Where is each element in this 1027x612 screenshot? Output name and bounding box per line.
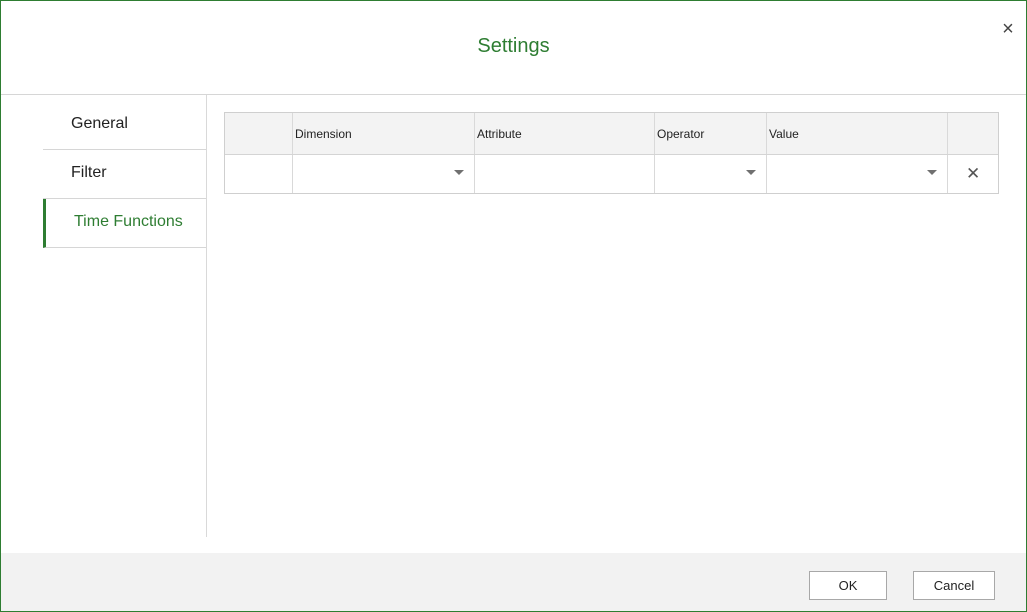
cancel-button[interactable]: Cancel xyxy=(913,571,995,600)
sidebar-item-label: Time Functions xyxy=(74,213,183,230)
sidebar-item-label: General xyxy=(71,115,128,132)
filter-grid: Dimension Attribute Operator Value ✕ xyxy=(224,112,999,194)
attribute-field[interactable] xyxy=(475,155,655,193)
column-header-row-selector xyxy=(225,113,293,154)
dialog-footer: OK Cancel xyxy=(1,553,1026,611)
value-dropdown[interactable] xyxy=(767,155,948,193)
close-icon[interactable]: × xyxy=(998,19,1018,39)
column-header-label: Value xyxy=(769,127,799,141)
table-row: ✕ xyxy=(225,155,998,193)
row-actions-cell: ✕ xyxy=(948,155,998,193)
column-header-operator[interactable]: Operator xyxy=(655,113,767,154)
column-header-value[interactable]: Value xyxy=(767,113,948,154)
chevron-down-icon[interactable] xyxy=(927,170,937,175)
dialog-title: Settings xyxy=(477,35,550,57)
column-header-label: Dimension xyxy=(295,127,352,141)
column-header-attribute[interactable]: Attribute xyxy=(475,113,655,154)
grid-header-row: Dimension Attribute Operator Value xyxy=(225,113,998,155)
close-icon[interactable]: ✕ xyxy=(966,164,980,184)
column-header-actions xyxy=(948,113,998,154)
sidebar-divider xyxy=(206,95,207,537)
settings-sidebar: General Filter Time Functions xyxy=(1,95,207,537)
column-header-dimension[interactable]: Dimension xyxy=(293,113,475,154)
row-selector-cell[interactable] xyxy=(225,155,293,193)
chevron-down-icon[interactable] xyxy=(746,170,756,175)
ok-button[interactable]: OK xyxy=(809,571,887,600)
sidebar-item-filter[interactable]: Filter xyxy=(43,150,207,199)
sidebar-item-general[interactable]: General xyxy=(43,101,207,150)
chevron-down-icon[interactable] xyxy=(454,170,464,175)
operator-dropdown[interactable] xyxy=(655,155,767,193)
dialog-header: Settings × xyxy=(1,1,1026,95)
dimension-dropdown[interactable] xyxy=(293,155,475,193)
column-header-label: Operator xyxy=(657,127,705,141)
settings-dialog: Settings × General Filter Time Functions… xyxy=(0,0,1027,612)
column-header-label: Attribute xyxy=(477,127,522,141)
sidebar-item-time-functions[interactable]: Time Functions xyxy=(43,199,207,248)
sidebar-item-label: Filter xyxy=(71,164,107,181)
